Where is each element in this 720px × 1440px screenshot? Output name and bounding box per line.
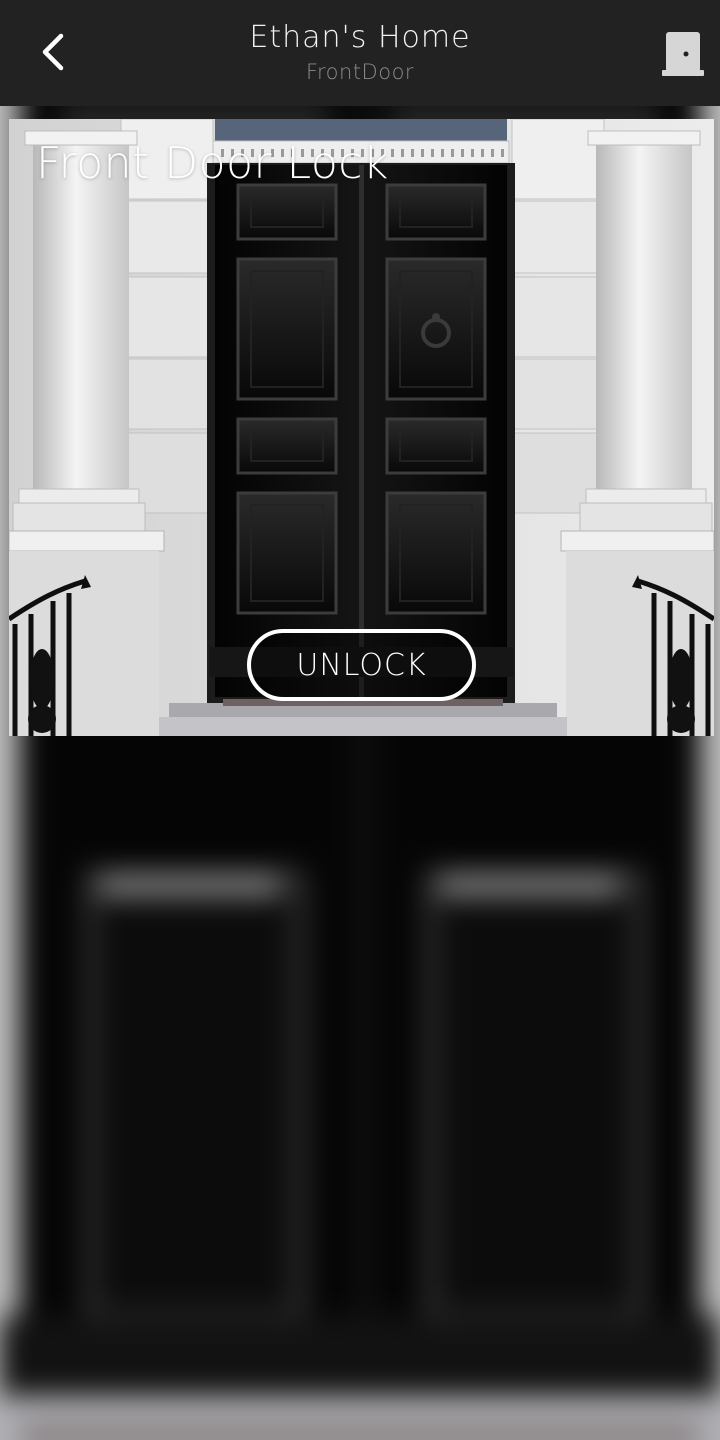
lock-name-title: Front Door Lock: [36, 138, 389, 189]
app-header: Ethan's Home FrontDoor: [0, 0, 720, 106]
door-button[interactable]: [662, 30, 706, 78]
home-title: Ethan's Home: [249, 20, 471, 55]
door-icon: [662, 32, 704, 76]
device-subtitle: FrontDoor: [305, 60, 415, 84]
back-button[interactable]: [24, 22, 84, 82]
chevron-left-icon: [42, 33, 64, 71]
unlock-button[interactable]: UNLOCK: [247, 629, 476, 701]
header-title-block: Ethan's Home FrontDoor: [160, 18, 560, 86]
